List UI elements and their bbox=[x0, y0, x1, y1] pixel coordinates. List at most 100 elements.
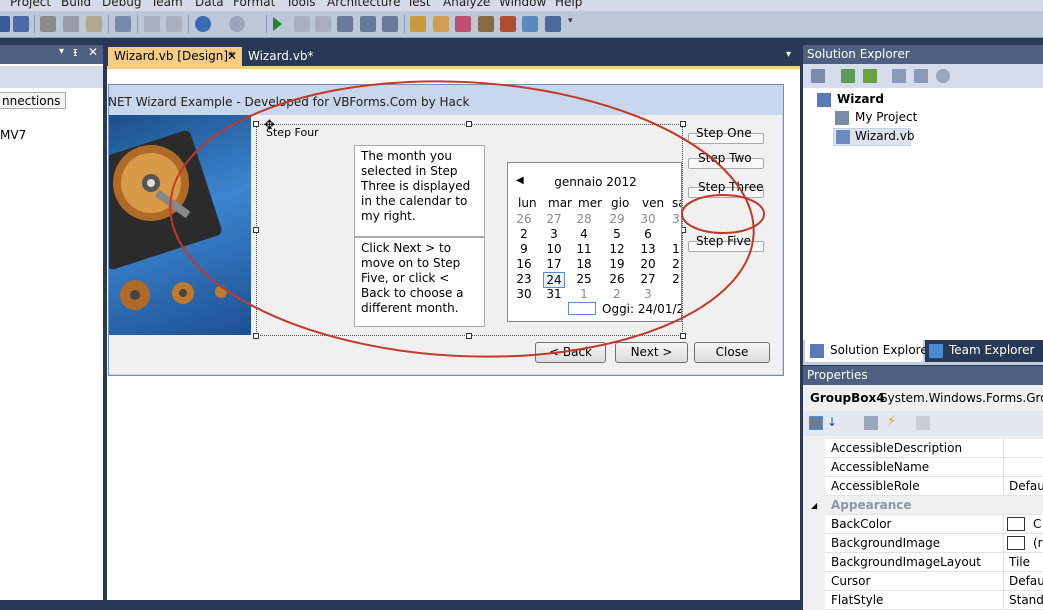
pin-icon[interactable]: ᵻ bbox=[73, 45, 77, 59]
calendar-day[interactable]: 2 bbox=[606, 287, 628, 301]
object-browser-icon[interactable] bbox=[455, 16, 471, 32]
calendar-day[interactable]: 26 bbox=[606, 272, 628, 286]
step-two-label[interactable]: Step Two bbox=[698, 151, 752, 165]
calendar-day[interactable]: 5 bbox=[606, 227, 628, 241]
calendar-day[interactable]: 20 bbox=[637, 257, 659, 271]
property-row[interactable]: BackgroundImageLayout Tile bbox=[803, 553, 1043, 572]
categorized-icon[interactable] bbox=[809, 416, 823, 430]
undo-icon[interactable] bbox=[195, 16, 211, 32]
calendar-day[interactable]: 3 bbox=[665, 212, 681, 226]
calendar-day[interactable]: 30 bbox=[637, 212, 659, 226]
view-code-icon[interactable] bbox=[863, 69, 877, 83]
menu-help[interactable]: Help bbox=[555, 0, 582, 9]
calendar-day[interactable]: 25 bbox=[573, 272, 595, 286]
step-one-label[interactable]: Step One bbox=[696, 126, 752, 140]
property-row[interactable]: AccessibleDescription bbox=[803, 439, 1043, 458]
calendar-day[interactable]: 3 bbox=[637, 287, 659, 301]
project-node[interactable]: Wizard bbox=[837, 92, 884, 106]
step-five-label[interactable]: Step Five bbox=[696, 234, 751, 248]
calendar-day[interactable]: 17 bbox=[543, 257, 565, 271]
property-category[interactable]: ◢ Appearance bbox=[803, 496, 1043, 515]
show-all-files-icon[interactable] bbox=[811, 69, 825, 83]
close-panel-icon[interactable]: ✕ bbox=[88, 45, 98, 59]
month-calendar[interactable]: ◀ gennaio 2012 lun mar mer gio ven sa 26… bbox=[507, 162, 682, 322]
tab-team-explorer[interactable]: Team Explorer bbox=[925, 340, 1043, 362]
step-over-icon[interactable] bbox=[360, 16, 376, 32]
resize-handle[interactable] bbox=[680, 333, 686, 339]
menu-format[interactable]: Format bbox=[233, 0, 275, 9]
calendar-day[interactable]: 28 bbox=[573, 212, 595, 226]
menu-test[interactable]: Test bbox=[407, 0, 431, 9]
calendar-day[interactable]: 2 bbox=[665, 272, 681, 286]
collapse-icon[interactable]: ◢ bbox=[803, 496, 825, 515]
tab-solution-explorer[interactable]: Solution Explorer bbox=[805, 340, 933, 362]
properties-icon[interactable] bbox=[433, 16, 449, 32]
paste-icon[interactable] bbox=[86, 16, 102, 32]
menu-debug[interactable]: Debug bbox=[102, 0, 141, 9]
calendar-day[interactable]: 6 bbox=[637, 227, 659, 241]
menu-window[interactable]: Window bbox=[499, 0, 546, 9]
my-project-node[interactable]: My Project bbox=[855, 110, 917, 124]
tab-wizard-design[interactable]: Wizard.vb [Design]* ✕ bbox=[108, 47, 242, 66]
menu-project[interactable]: Project bbox=[10, 0, 51, 9]
copy-icon[interactable] bbox=[63, 16, 79, 32]
menu-build[interactable]: Build bbox=[61, 0, 91, 9]
command-window-icon[interactable] bbox=[545, 16, 561, 32]
menu-team[interactable]: Team bbox=[151, 0, 183, 9]
today-label[interactable]: Oggi: 24/01/20 bbox=[602, 302, 681, 316]
calendar-day[interactable]: 26 bbox=[513, 212, 535, 226]
menu-architecture[interactable]: Architecture bbox=[327, 0, 400, 9]
calendar-day[interactable]: 27 bbox=[637, 272, 659, 286]
resize-handle[interactable] bbox=[466, 333, 472, 339]
calendar-day[interactable]: 13 bbox=[637, 242, 659, 256]
calendar-day-selected[interactable]: 24 bbox=[543, 272, 565, 288]
calendar-day[interactable]: 1 bbox=[573, 287, 595, 301]
property-row[interactable]: BackColor C bbox=[803, 515, 1043, 534]
calendar-day[interactable]: 18 bbox=[573, 257, 595, 271]
view-designer-icon[interactable] bbox=[892, 69, 906, 83]
save-all-icon[interactable] bbox=[13, 16, 29, 32]
property-row[interactable]: FlatStyle Standa bbox=[803, 591, 1043, 610]
calendar-day[interactable]: 31 bbox=[543, 287, 565, 301]
property-row[interactable]: AccessibleName bbox=[803, 458, 1043, 477]
solution-explorer-icon[interactable] bbox=[410, 16, 426, 32]
resize-handle[interactable] bbox=[253, 121, 259, 127]
alphabetical-icon[interactable]: ↓ bbox=[827, 415, 837, 429]
info-textbox-2[interactable]: Click Next > to move on to Step Five, or… bbox=[354, 237, 485, 327]
resize-handle[interactable] bbox=[466, 121, 472, 127]
save-icon[interactable] bbox=[0, 16, 10, 32]
resize-handle[interactable] bbox=[253, 333, 259, 339]
calendar-day[interactable]: 19 bbox=[606, 257, 628, 271]
property-value[interactable]: Defaul bbox=[1009, 574, 1043, 588]
start-debug-icon[interactable] bbox=[273, 17, 282, 31]
calendar-day[interactable]: 27 bbox=[543, 212, 565, 226]
extension-icon[interactable] bbox=[500, 16, 516, 32]
calendar-day[interactable]: 4 bbox=[573, 227, 595, 241]
properties-view-icon[interactable] bbox=[864, 416, 878, 430]
calendar-day[interactable]: 2 bbox=[513, 227, 535, 241]
uncomment-icon[interactable] bbox=[166, 16, 182, 32]
calendar-day[interactable]: 3 bbox=[543, 227, 565, 241]
property-row[interactable]: AccessibleRole Defaul bbox=[803, 477, 1043, 496]
property-value[interactable]: (r bbox=[1033, 536, 1043, 550]
menu-analyze[interactable]: Analyze bbox=[443, 0, 490, 9]
toolbar-overflow-icon[interactable]: ▾ bbox=[568, 16, 576, 32]
data-connections-node[interactable]: nnections bbox=[0, 92, 67, 109]
resize-handle[interactable] bbox=[253, 227, 259, 233]
calendar-day[interactable]: 11 bbox=[573, 242, 595, 256]
close-button[interactable]: Close bbox=[694, 342, 770, 363]
close-tab-icon[interactable]: ✕ bbox=[227, 49, 237, 63]
view-class-diagram-icon[interactable] bbox=[914, 69, 928, 83]
redo-icon[interactable] bbox=[229, 16, 245, 32]
refresh-icon[interactable] bbox=[841, 69, 855, 83]
cut-icon[interactable] bbox=[40, 16, 56, 32]
property-value[interactable]: C bbox=[1033, 517, 1041, 531]
calendar-day[interactable]: 30 bbox=[513, 287, 535, 301]
menu-tools[interactable]: Tools bbox=[286, 0, 316, 9]
resize-handle[interactable] bbox=[680, 121, 686, 127]
pause-icon[interactable] bbox=[294, 16, 310, 32]
toolbox-icon[interactable] bbox=[478, 16, 494, 32]
move-handle-icon[interactable]: ✥ bbox=[264, 118, 275, 133]
properties-icon[interactable] bbox=[936, 69, 950, 83]
info-textbox-1[interactable]: The month you selected in Step Three is … bbox=[354, 145, 485, 237]
